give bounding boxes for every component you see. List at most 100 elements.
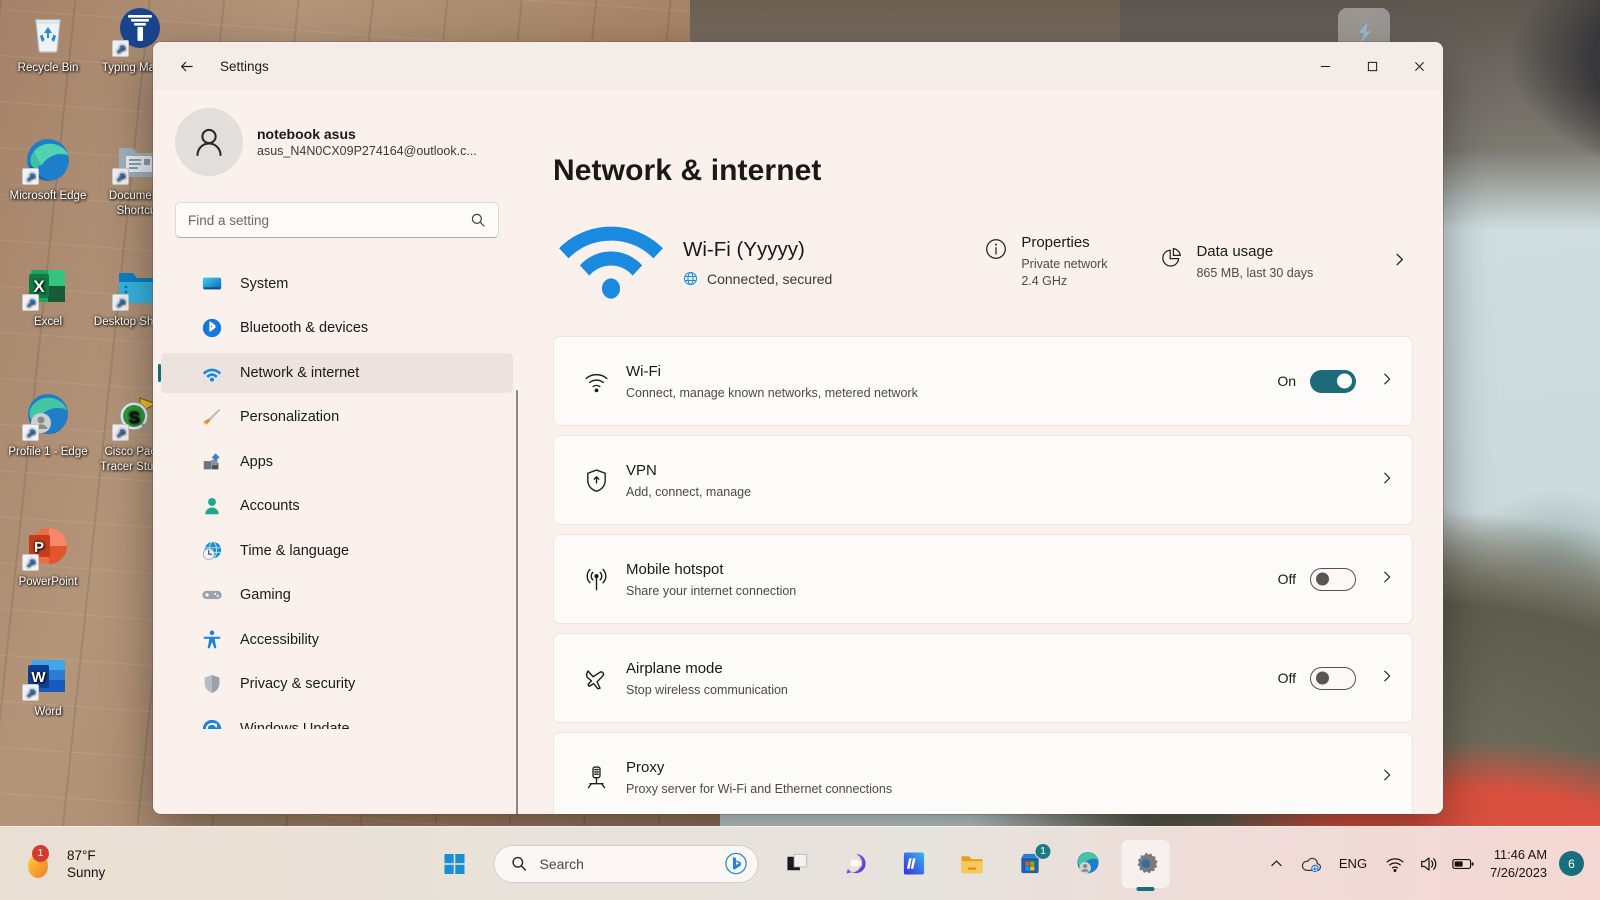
airplane-icon	[576, 665, 616, 692]
edge-icon: ↗	[22, 136, 72, 185]
word-icon: W ↗	[22, 652, 72, 701]
card-chevron-icon[interactable]	[1380, 669, 1394, 687]
wifi-icon	[201, 362, 223, 384]
apps-icon	[201, 451, 223, 473]
desktop-icon-excel[interactable]: X ↗ Excel	[2, 262, 94, 330]
card-wifi[interactable]: Wi-Fi Connect, manage known networks, me…	[553, 336, 1413, 426]
shortcut-overlay-icon: ↗	[112, 424, 129, 441]
settings-search-box[interactable]	[175, 202, 499, 238]
close-button[interactable]	[1396, 42, 1443, 90]
card-vpn[interactable]: VPN Add, connect, manage	[553, 435, 1413, 525]
sidebar-scrollbar[interactable]	[516, 390, 518, 814]
card-chevron-icon[interactable]	[1380, 372, 1394, 390]
store-badge: 1	[1034, 842, 1052, 860]
card-mobile-hotspot[interactable]: Mobile hotspot Share your internet conne…	[553, 534, 1413, 624]
card-airplane-mode[interactable]: Airplane mode Stop wireless communicatio…	[553, 633, 1413, 723]
start-button[interactable]	[431, 840, 479, 888]
paintbrush-icon	[201, 406, 223, 428]
gear-icon	[1136, 852, 1158, 874]
sidebar-item-label: Apps	[240, 453, 274, 470]
sidebar-item-bluetooth-devices[interactable]: Bluetooth & devices	[161, 308, 513, 348]
data-usage-link[interactable]: Data usage 865 MB, last 30 days	[1159, 243, 1313, 282]
sidebar-item-windows-update[interactable]: Windows Update	[161, 709, 513, 729]
sidebar-item-system[interactable]: System	[161, 264, 513, 304]
battery-icon[interactable]	[1446, 842, 1480, 886]
shortcut-overlay-icon: ↗	[22, 294, 39, 311]
sidebar: notebook asus asus_N4N0CX09P274164@outlo…	[153, 90, 521, 814]
shortcut-overlay-icon: ↗	[22, 424, 39, 441]
wifi-tray-icon[interactable]	[1378, 842, 1412, 886]
sidebar-item-accounts[interactable]: Accounts	[161, 486, 513, 526]
sidebar-item-apps[interactable]: Apps	[161, 442, 513, 482]
card-chevron-icon[interactable]	[1380, 570, 1394, 588]
desktop-icon-microsoft-edge[interactable]: ↗ Microsoft Edge	[2, 136, 94, 204]
onedrive-icon[interactable]	[1294, 842, 1328, 886]
card-proxy[interactable]: Proxy Proxy server for Wi-Fi and Etherne…	[553, 732, 1413, 814]
hotspot-toggle[interactable]	[1310, 567, 1356, 591]
desktop-icon-profile-1-edge[interactable]: ↗ Profile 1 - Edge	[2, 392, 94, 460]
properties-link[interactable]: Properties Private network 2.4 GHz	[984, 234, 1107, 290]
file-explorer-button[interactable]	[948, 840, 996, 888]
wifi-icon	[576, 368, 616, 395]
weather-widget[interactable]: 1 87°F Sunny	[22, 844, 105, 881]
weather-badge: 1	[32, 844, 49, 862]
shield-icon	[201, 673, 223, 695]
microsoft-store-button[interactable]: 1	[1006, 840, 1054, 888]
clock[interactable]: 11:46 AM 7/26/2023	[1480, 846, 1559, 882]
globe-icon	[683, 271, 698, 286]
desktop-icon-powerpoint[interactable]: P ↗ PowerPoint	[2, 522, 94, 590]
card-chevron-icon[interactable]	[1380, 768, 1394, 786]
airplane-toggle[interactable]	[1310, 666, 1356, 690]
sidebar-item-accessibility[interactable]: Accessibility	[161, 620, 513, 660]
data-usage-chevron-icon[interactable]	[1392, 252, 1413, 272]
myasus-button[interactable]	[890, 840, 938, 888]
taskbar-search-placeholder: Search	[539, 855, 584, 872]
window-body: notebook asus asus_N4N0CX09P274164@outlo…	[153, 90, 1443, 814]
edge-button[interactable]	[1064, 840, 1112, 888]
sidebar-item-time-language[interactable]: Time & language	[161, 531, 513, 571]
properties-band: 2.4 GHz	[1021, 274, 1068, 288]
bing-chat-icon[interactable]	[725, 852, 748, 875]
shortcut-overlay-icon: ↗	[112, 40, 129, 57]
person-icon	[201, 495, 223, 517]
powerpoint-icon: P ↗	[22, 522, 72, 571]
sidebar-item-privacy-security[interactable]: Privacy & security	[161, 664, 513, 704]
show-hidden-icons-button[interactable]	[1260, 842, 1294, 886]
desktop-icon-label: Excel	[33, 316, 63, 328]
shortcut-overlay-icon: ↗	[112, 168, 129, 185]
desktop-icon-label: Recycle Bin	[17, 62, 79, 74]
card-chevron-icon[interactable]	[1380, 471, 1394, 489]
desktop-icon-word[interactable]: W ↗ Word	[2, 652, 94, 720]
settings-button[interactable]	[1121, 839, 1170, 888]
speaker-icon[interactable]	[1412, 842, 1446, 886]
sidebar-item-label: Network & internet	[240, 364, 360, 381]
minimize-button[interactable]	[1302, 42, 1349, 90]
sidebar-item-label: Bluetooth & devices	[240, 320, 369, 336]
clock-time: 11:46 AM	[1493, 846, 1547, 862]
sidebar-item-personalization[interactable]: Personalization	[161, 397, 513, 437]
info-icon	[986, 239, 1007, 259]
maximize-button[interactable]	[1349, 42, 1396, 90]
sidebar-item-gaming[interactable]: Gaming	[161, 575, 513, 615]
shortcut-overlay-icon: ↗	[112, 294, 129, 311]
search-input[interactable]	[188, 212, 470, 228]
sidebar-nav-list: System Bluetooth & devices Network & int…	[153, 259, 521, 729]
card-title: Proxy	[626, 758, 665, 776]
sidebar-item-network-internet[interactable]: Network & internet	[158, 352, 513, 393]
main-content: Network & internet Wi-Fi (Yyyyy) Connect…	[521, 90, 1443, 814]
task-view-button[interactable]	[774, 840, 822, 888]
card-subtitle: Proxy server for Wi-Fi and Ethernet conn…	[626, 781, 893, 796]
chat-button[interactable]	[832, 840, 880, 888]
wifi-toggle[interactable]	[1310, 369, 1356, 393]
taskbar-search[interactable]: Search	[493, 844, 759, 883]
language-indicator[interactable]: ENG	[1328, 856, 1378, 871]
gamepad-icon	[201, 584, 223, 606]
sidebar-item-label: Privacy & security	[240, 676, 356, 692]
back-button[interactable]	[169, 49, 203, 83]
account-block[interactable]: notebook asus asus_N4N0CX09P274164@outlo…	[153, 94, 521, 186]
notification-count-badge[interactable]: 6	[1559, 851, 1584, 876]
page-title: Network & internet	[553, 154, 822, 187]
monitor-icon	[201, 273, 223, 295]
desktop-icon-recycle-bin[interactable]: Recycle Bin	[2, 8, 94, 76]
vpn-shield-icon	[576, 467, 616, 494]
